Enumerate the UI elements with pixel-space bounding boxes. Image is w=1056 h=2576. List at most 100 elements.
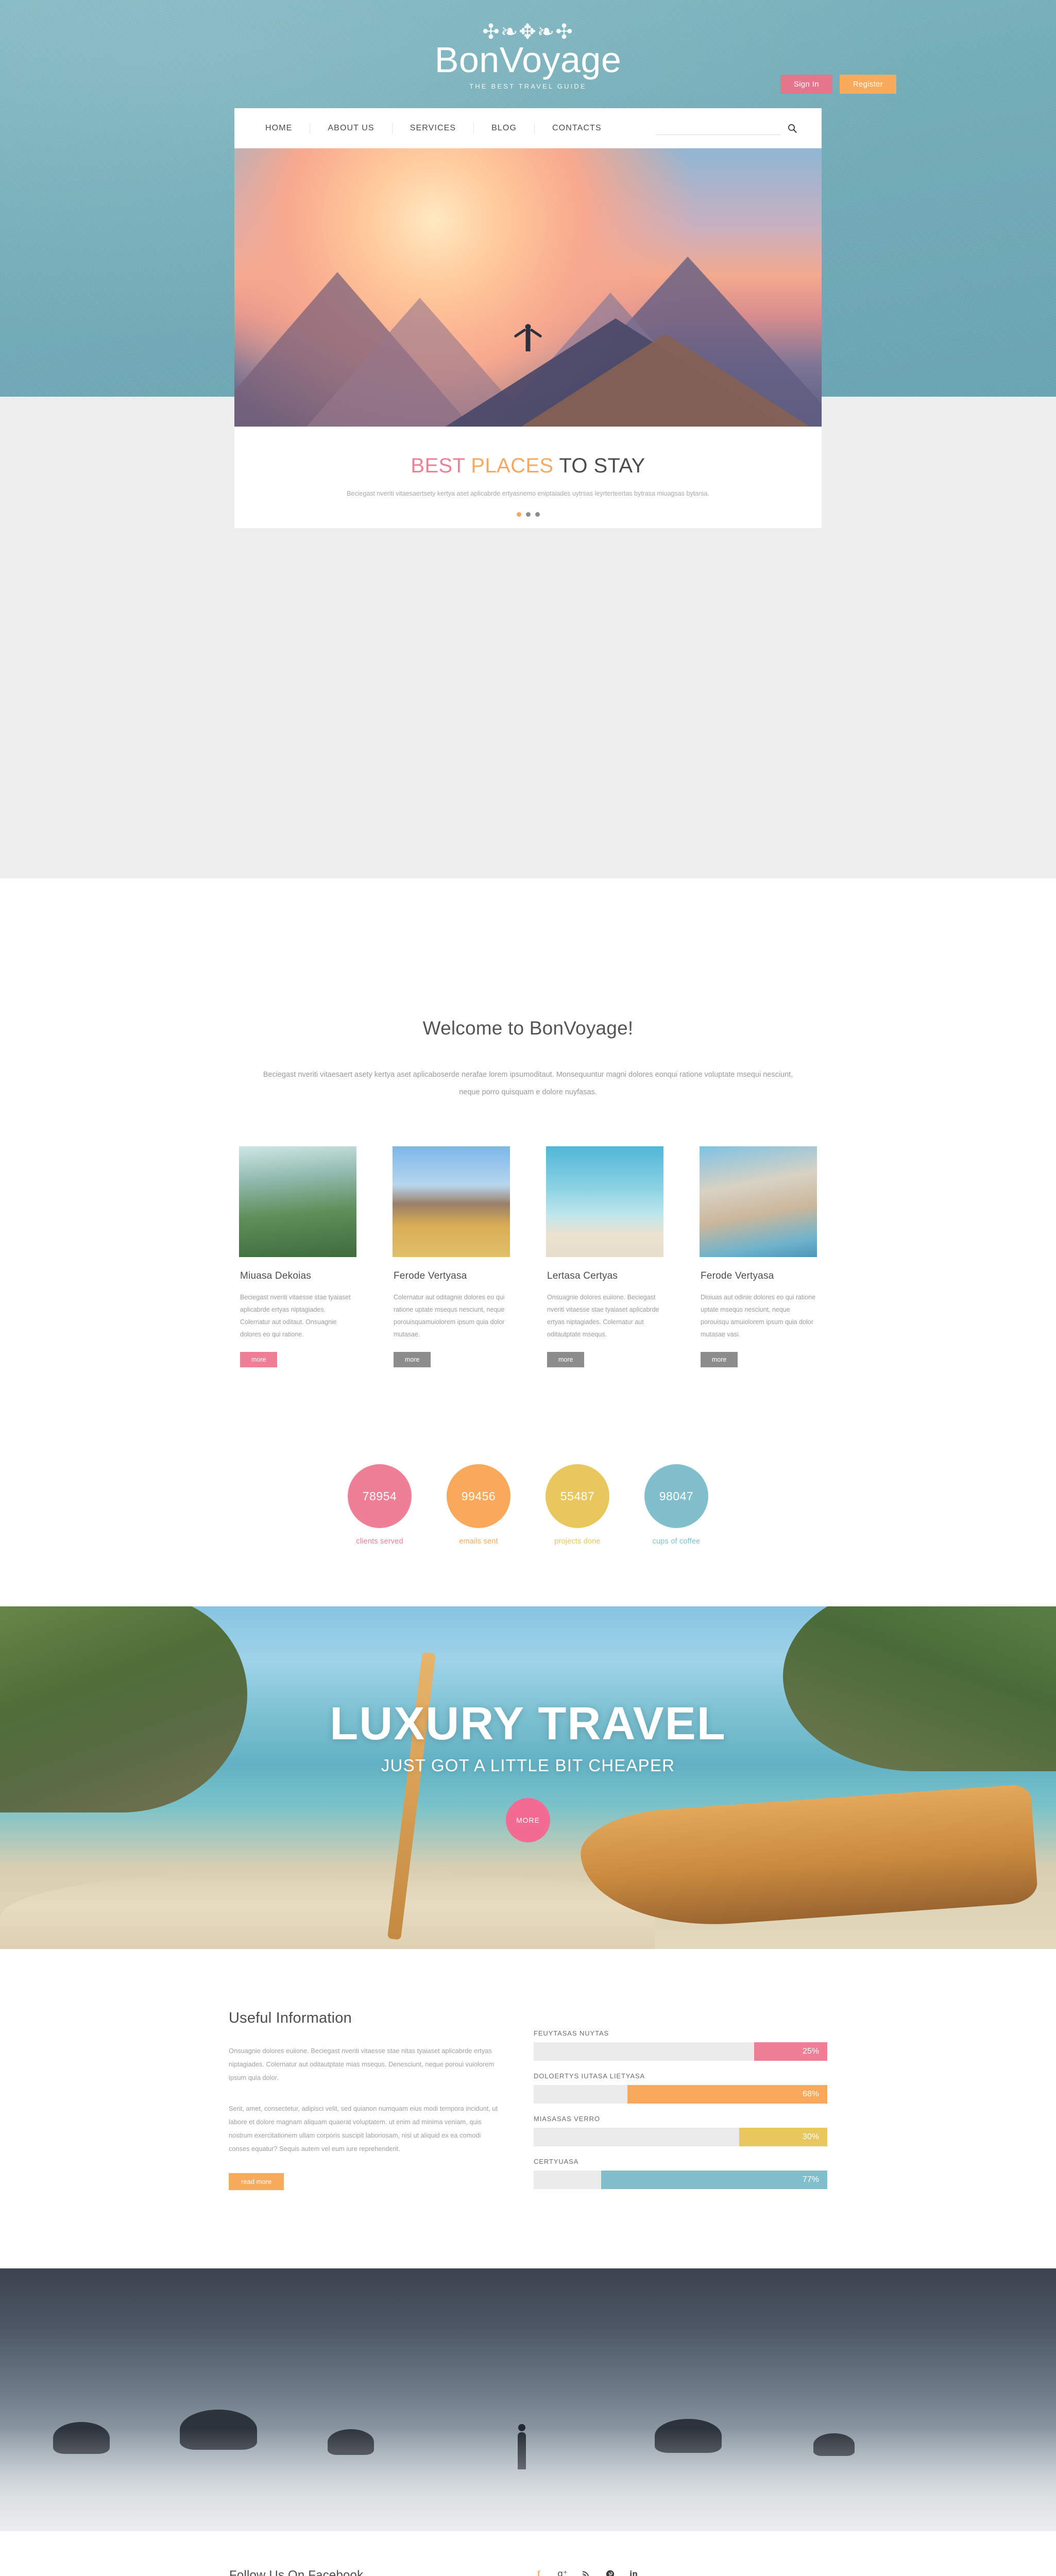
counter-item: 78954 clients served <box>348 1464 412 1546</box>
page-root: ✣❧✥❧✣ BonVoyage THE BEST TRAVEL GUIDE Si… <box>0 0 1056 2576</box>
useful-paragraph-1: Onsuagnie dolores euiione. Beciegast nve… <box>229 2047 495 2081</box>
feature-cards: Miuasa Dekoias Beciegast nveriti vitaess… <box>0 1135 1056 1388</box>
social-links: f g⁺ in <box>533 2568 827 2576</box>
progress-bar-track: 68% <box>534 2085 827 2104</box>
card-image <box>546 1146 663 1257</box>
auth-buttons: Sign In Register <box>780 75 896 94</box>
progress-bar-fill: 30% <box>739 2128 827 2146</box>
card-item[interactable]: Ferode Vertyasa Dioiuas aut odinie dolor… <box>688 1135 828 1388</box>
slider-mountains <box>234 210 822 427</box>
card-text: Onsuagnie dolores euiione. Beciegast nve… <box>547 1294 659 1338</box>
welcome-heading: Welcome to BonVoyage! <box>422 1018 634 1039</box>
card-item[interactable]: Ferode Vertyasa Colernatur aut oditagnie… <box>381 1135 521 1388</box>
main-navigation: HOME ABOUT US SERVICES BLOG CONTACTS <box>234 108 822 148</box>
slider-title: BEST PLACES TO STAY <box>255 453 801 478</box>
beach-photo-band <box>0 2268 1056 2531</box>
counter-label: cups of coffee <box>652 1537 701 1546</box>
slider-title-word3: TO STAY <box>559 454 645 477</box>
nav-item-contacts[interactable]: CONTACTS <box>535 123 619 133</box>
register-button[interactable]: Register <box>839 75 896 94</box>
banner-subtitle: JUST GOT A LITTLE BIT CHEAPER <box>381 1756 675 1775</box>
search-icon[interactable] <box>787 123 798 134</box>
nav-item-services[interactable]: SERVICES <box>393 123 474 133</box>
useful-heading: Useful Information <box>229 2010 352 2026</box>
search-area <box>657 121 798 135</box>
card-title: Miuasa Dekoias <box>240 1270 311 1281</box>
progress-bar-fill: 68% <box>627 2085 827 2104</box>
sign-in-button[interactable]: Sign In <box>780 75 832 94</box>
card-body: Ferode Vertyasa Colernatur aut oditagnie… <box>381 1257 521 1367</box>
card-more-button[interactable]: more <box>394 1352 431 1367</box>
content-shell: HOME ABOUT US SERVICES BLOG CONTACTS BES… <box>234 108 822 528</box>
banner-title: LUXURY TRAVEL <box>330 1698 726 1750</box>
counter-label: emails sent <box>459 1537 498 1546</box>
slider-figure <box>525 329 531 352</box>
card-body: Ferode Vertyasa Dioiuas aut odinie dolor… <box>688 1257 828 1367</box>
welcome-section: Welcome to BonVoyage! Beciegast nveriti … <box>0 971 1056 1101</box>
progress-bar-label: DOLOERTYS IUTASA LIETYASA <box>534 2072 645 2080</box>
counter-item: 98047 cups of coffee <box>644 1464 708 1546</box>
counter-circle: 98047 <box>644 1464 708 1528</box>
nav-item-about-us[interactable]: ABOUT US <box>310 123 393 133</box>
slider-dot-1[interactable] <box>516 512 521 517</box>
slider-title-word2: PLACES <box>471 454 559 477</box>
water-reflection <box>0 2428 1056 2531</box>
nav-item-home[interactable]: HOME <box>258 123 311 133</box>
site-logo[interactable]: ✣❧✥❧✣ BonVoyage THE BEST TRAVEL GUIDE <box>0 20 1056 90</box>
useful-paragraph-2: Serit, amet, consectetur, adipisci velit… <box>229 2105 498 2153</box>
card-more-button[interactable]: more <box>240 1352 278 1367</box>
card-image <box>239 1146 356 1257</box>
counters-section: 78954 clients served 99456 emails sent 5… <box>0 1388 1056 1606</box>
progress-bar-group: FEUYTASAS NUYTAS 25% <box>534 2029 827 2061</box>
hero-slider[interactable] <box>234 148 822 427</box>
slider-dot-2[interactable] <box>525 512 531 517</box>
rss-icon[interactable] <box>581 2568 592 2576</box>
card-title: Ferode Vertyasa <box>394 1270 467 1281</box>
nav-item-blog[interactable]: BLOG <box>474 123 535 133</box>
card-body: Lertasa Certyas Onsuagnie dolores euiion… <box>535 1257 675 1367</box>
slider-caption: BEST PLACES TO STAY Beciegast nveriti vi… <box>234 427 822 528</box>
progress-bar-track: 25% <box>534 2042 827 2061</box>
card-more-button[interactable]: more <box>547 1352 585 1367</box>
footer-facebook-column: Follow Us On Facebook 38,670 people like… <box>229 2568 502 2576</box>
card-item[interactable]: Lertasa Certyas Onsuagnie dolores euiion… <box>535 1135 675 1388</box>
progress-bar-label: MIASASAS VERRO <box>534 2115 600 2123</box>
counter-item: 55487 projects done <box>546 1464 609 1546</box>
progress-bar-fill: 25% <box>754 2042 827 2061</box>
linkedin-icon[interactable]: in <box>628 2568 639 2576</box>
progress-bar-group: CERTYUASA 77% <box>534 2158 827 2189</box>
facebook-icon[interactable]: f <box>533 2568 544 2576</box>
progress-bar-track: 30% <box>534 2128 827 2146</box>
counter-label: clients served <box>356 1537 403 1546</box>
card-body: Miuasa Dekoias Beciegast nveriti vitaess… <box>228 1257 368 1367</box>
counter-circle: 78954 <box>348 1464 412 1528</box>
card-text: Dioiuas aut odinie dolores eo qui ration… <box>701 1294 816 1338</box>
pinterest-icon[interactable] <box>604 2568 616 2576</box>
counter-circle: 99456 <box>447 1464 510 1528</box>
card-title: Lertasa Certyas <box>547 1270 618 1281</box>
slider-subtitle: Beciegast nveriti vitaesaertsety kertya … <box>347 490 709 497</box>
card-text: Beciegast nveriti vitaesse stae tyaiaset… <box>240 1294 351 1338</box>
site-footer: Follow Us On Facebook 38,670 people like… <box>0 2531 1056 2576</box>
card-item[interactable]: Miuasa Dekoias Beciegast nveriti vitaess… <box>228 1135 368 1388</box>
card-title: Ferode Vertyasa <box>701 1270 774 1281</box>
google-plus-icon[interactable]: g⁺ <box>557 2568 568 2576</box>
nav-links: HOME ABOUT US SERVICES BLOG CONTACTS <box>258 123 619 133</box>
banner-more-button[interactable]: MORE <box>506 1798 550 1842</box>
logo-ornament-icon: ✣❧✥❧✣ <box>482 20 574 44</box>
useful-information-section: Useful Information Onsuagnie dolores eui… <box>0 1949 1056 2268</box>
counter-circle: 55487 <box>546 1464 609 1528</box>
progress-bar-fill: 77% <box>601 2171 827 2189</box>
slider-pagination <box>255 512 801 517</box>
card-more-button[interactable]: more <box>701 1352 738 1367</box>
logo-name: BonVoyage <box>434 40 622 80</box>
progress-bars-column: FEUYTASAS NUYTAS 25% DOLOERTYS IUTASA LI… <box>534 2010 827 2200</box>
luxury-travel-banner: LUXURY TRAVEL JUST GOT A LITTLE BIT CHEA… <box>0 1606 1056 1949</box>
search-input[interactable] <box>657 121 780 135</box>
useful-text-column: Useful Information Onsuagnie dolores eui… <box>229 2010 502 2200</box>
card-image <box>393 1146 510 1257</box>
slider-dot-3[interactable] <box>535 512 540 517</box>
read-more-button[interactable]: read more <box>229 2173 284 2190</box>
progress-bar-group: DOLOERTYS IUTASA LIETYASA 68% <box>534 2072 827 2104</box>
slider-title-word1: BEST <box>411 454 471 477</box>
